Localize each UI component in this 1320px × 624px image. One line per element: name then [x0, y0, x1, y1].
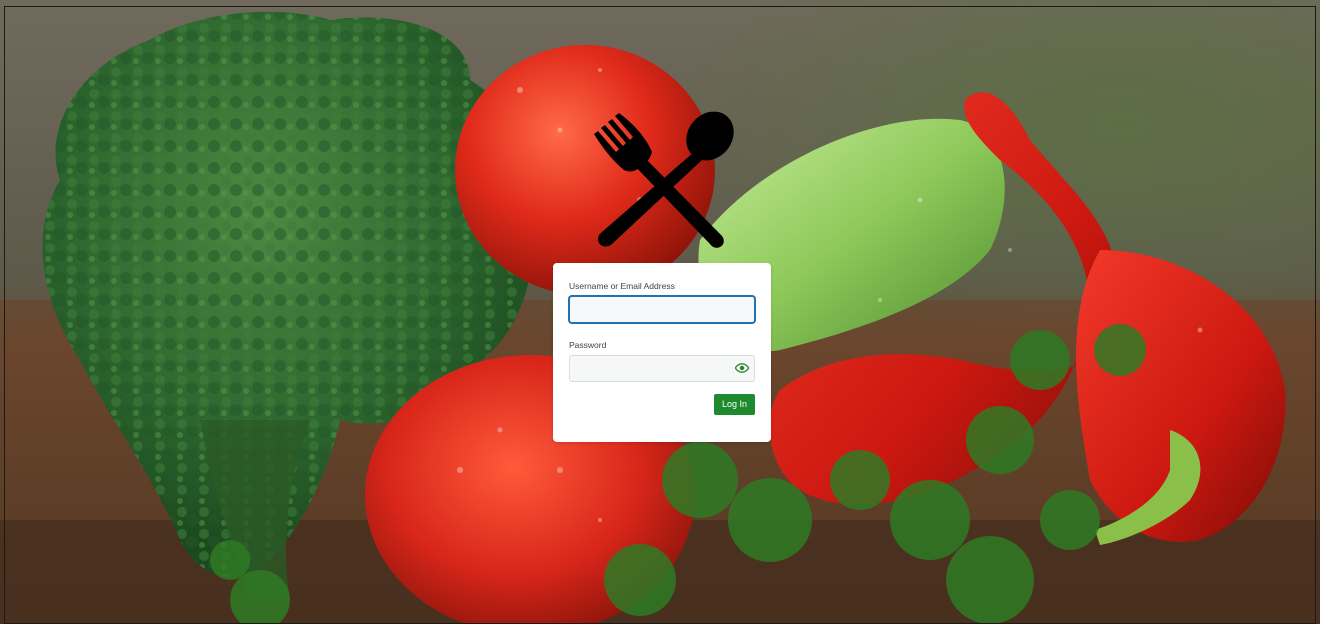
fork-spoon-crossed-icon	[594, 111, 734, 248]
submit-row: Log In	[569, 394, 755, 415]
show-password-button[interactable]	[733, 360, 751, 376]
password-group: Password	[569, 339, 755, 382]
password-input[interactable]	[569, 355, 755, 382]
password-label: Password	[569, 340, 607, 350]
username-input[interactable]	[569, 296, 755, 323]
eye-icon	[735, 363, 749, 373]
login-page: Username or Email Address Password Log I…	[0, 0, 1320, 624]
username-label: Username or Email Address	[569, 281, 675, 291]
password-field-wrapper	[569, 355, 755, 382]
login-form: Username or Email Address Password Log I…	[553, 263, 771, 442]
log-in-button[interactable]: Log In	[713, 394, 755, 415]
username-group: Username or Email Address	[569, 280, 755, 323]
